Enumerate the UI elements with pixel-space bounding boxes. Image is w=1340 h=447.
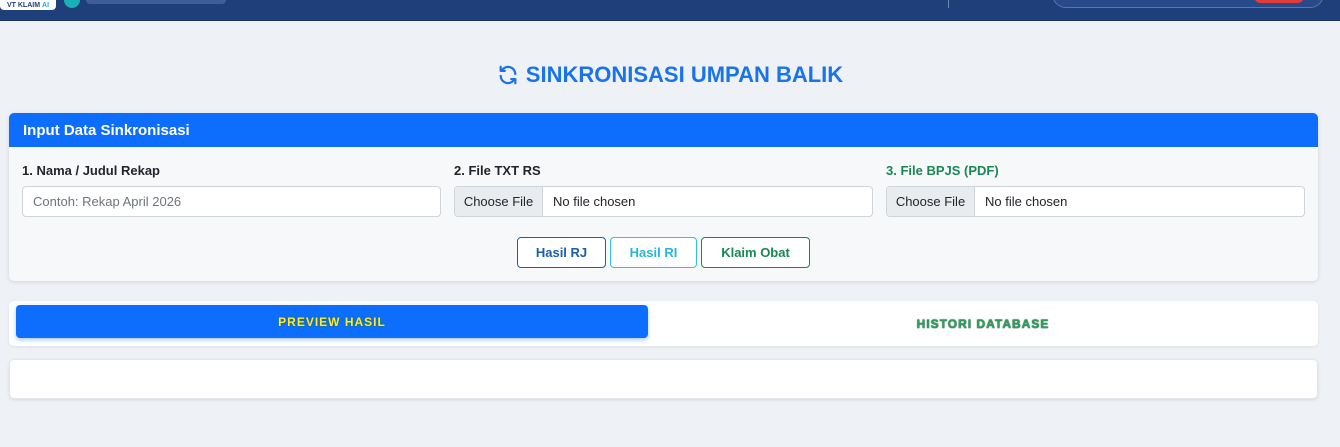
page-title: SINKRONISASI UMPAN BALIK	[0, 61, 1340, 89]
bpjs-file-label: 3. File BPJS (PDF)	[886, 163, 999, 178]
bpjs-file-field: 3. File BPJS (PDF) Choose File No file c…	[886, 162, 1305, 217]
txt-file-field: 2. File TXT RS Choose File No file chose…	[454, 162, 873, 217]
txt-file-status: No file chosen	[553, 194, 636, 209]
brand-logo[interactable]: VT KLAIM AI	[0, 0, 56, 10]
navbar-divider	[948, 0, 949, 8]
brand-name	[86, 0, 226, 4]
brand-logo-suffix: AI	[42, 2, 50, 9]
logout-button[interactable]	[1254, 0, 1304, 3]
result-tabs: PREVIEW HASIL HISTORI DATABASE	[9, 301, 1318, 346]
txt-file-input[interactable]: Choose File No file chosen	[454, 186, 873, 217]
rekap-name-input[interactable]: Contoh: Rekap April 2026	[22, 186, 441, 217]
bpjs-choose-file-button[interactable]: Choose File	[887, 187, 975, 216]
brand-icon	[64, 0, 80, 8]
bpjs-file-input[interactable]: Choose File No file chosen	[886, 186, 1305, 217]
sync-icon	[499, 65, 517, 85]
hasil-rj-button[interactable]: Hasil RJ	[517, 237, 606, 268]
tab-preview-hasil[interactable]: PREVIEW HASIL	[16, 305, 648, 338]
rekap-name-field: 1. Nama / Judul Rekap Contoh: Rekap Apri…	[22, 162, 441, 217]
page-title-text: SINKRONISASI UMPAN BALIK	[525, 62, 844, 87]
klaim-obat-button[interactable]: Klaim Obat	[701, 237, 810, 268]
hasil-ri-button[interactable]: Hasil RI	[610, 237, 697, 268]
rekap-name-label: 1. Nama / Judul Rekap	[22, 163, 160, 178]
bpjs-file-status: No file chosen	[985, 194, 1068, 209]
card-header: Input Data Sinkronisasi	[9, 113, 1318, 147]
brand-logo-text: VT KLAIM	[6, 2, 41, 9]
tab-histori-database[interactable]: HISTORI DATABASE	[654, 305, 1312, 342]
txt-choose-file-button[interactable]: Choose File	[455, 187, 543, 216]
top-navbar: VT KLAIM AI	[0, 0, 1340, 21]
sync-input-card: Input Data Sinkronisasi 1. Nama / Judul …	[9, 113, 1318, 281]
txt-file-label: 2. File TXT RS	[454, 163, 541, 178]
result-panel	[9, 359, 1318, 399]
